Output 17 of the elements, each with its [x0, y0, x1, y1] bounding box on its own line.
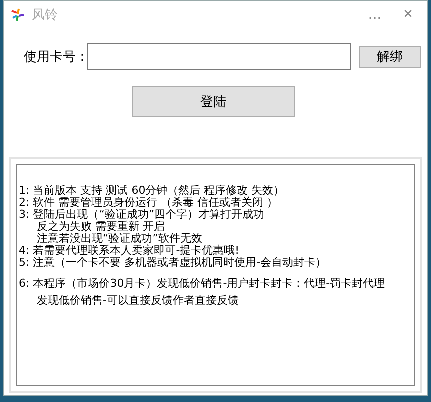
card-number-label: 使用卡号：: [24, 48, 87, 66]
more-button[interactable]: ...: [360, 6, 390, 24]
notice-line: 2: 软件 需要管理员身份运行 （杀毒 信任或者关闭 ）: [19, 197, 280, 209]
app-logo-icon: [10, 7, 26, 23]
close-button[interactable]: ×: [396, 6, 421, 24]
notice-line: 3: 登陆后出现（“验证成功”四个字）才算打开成功: [19, 209, 266, 221]
notice-line: 5: 注意（一个卡不要 多机器或者虚拟机同时使用-会自动封卡）: [19, 257, 328, 269]
unbind-button[interactable]: 解绑: [359, 46, 421, 68]
notice-line: 反之为失败 需要重新 开启: [36, 221, 166, 233]
notice-line: 发现低价销售-可以直接反馈作者直接反馈: [36, 295, 240, 307]
notice-line: 注意若没出现“验证成功”软件无效: [36, 233, 204, 245]
notice-line: 1: 当前版本 支持 测试 60分钟（然后 程序修改 失效）: [19, 185, 286, 197]
notice-line: 4: 若需要代理联系本人卖家即可-提卡优惠哦!: [19, 245, 241, 257]
login-button[interactable]: 登陆: [132, 86, 295, 117]
notice-line: 6: 本程序（市场价30月卡）发现低价销售-用户封卡封卡：代理-罚卡封代理: [19, 277, 386, 291]
card-number-field[interactable]: [87, 43, 351, 70]
window-title: 风铃: [32, 7, 59, 24]
